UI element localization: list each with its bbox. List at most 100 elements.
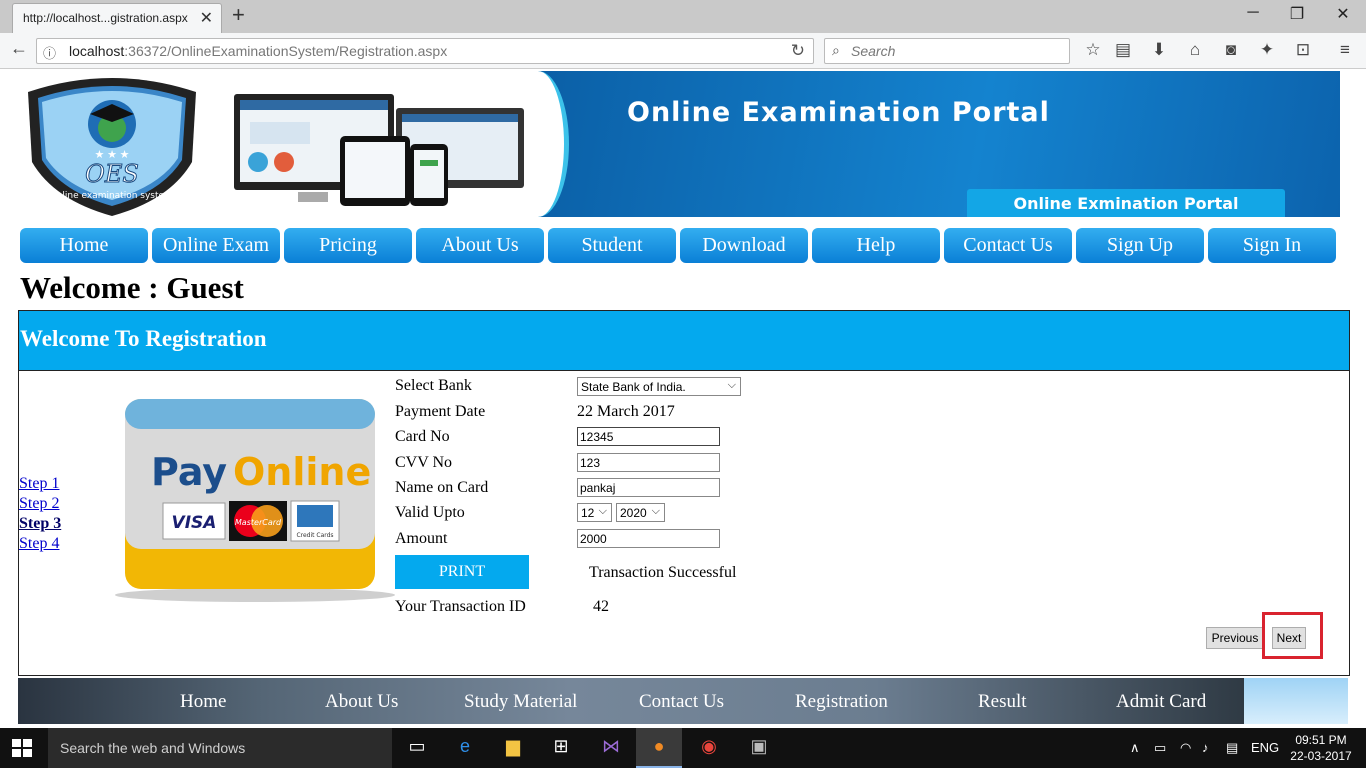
chevron-down-icon: ⌵ xyxy=(651,505,660,517)
valid-year-select[interactable]: 2020 ⌵ xyxy=(616,503,665,522)
step-1-link[interactable]: Step 1 xyxy=(19,475,59,493)
wifi-icon[interactable]: ◠ xyxy=(1180,740,1191,756)
minimize-icon[interactable]: ─ xyxy=(1238,4,1268,22)
pay-text: Pay xyxy=(151,450,227,494)
footer-result[interactable]: Result xyxy=(978,691,1027,713)
menu-home[interactable]: Home xyxy=(20,228,148,263)
credit-cards-text: Credit Cards xyxy=(296,532,333,539)
amount-label: Amount xyxy=(395,530,448,547)
menu-student[interactable]: Student xyxy=(548,228,676,263)
banner-notch xyxy=(537,71,569,217)
payment-date-label: Payment Date xyxy=(395,403,486,420)
file-explorer-icon[interactable]: ▆ xyxy=(490,728,536,768)
battery-icon[interactable]: ▭ xyxy=(1154,740,1166,756)
windows-start-icon[interactable] xyxy=(12,739,32,757)
url-host: localhost xyxy=(69,43,125,59)
transaction-status: Transaction Successful xyxy=(589,564,737,581)
bookmark-star-icon[interactable]: ☆ xyxy=(1082,40,1104,62)
volume-icon[interactable]: ♪ xyxy=(1202,740,1209,755)
menu-help[interactable]: Help xyxy=(812,228,940,263)
pocket-icon[interactable]: ◙ xyxy=(1220,40,1242,62)
store-icon[interactable]: ⊞ xyxy=(538,728,584,768)
payment-date-value: 22 March 2017 xyxy=(577,403,675,420)
menu-download[interactable]: Download xyxy=(680,228,808,263)
menu-contact-us[interactable]: Contact Us xyxy=(944,228,1072,263)
footer-home[interactable]: Home xyxy=(180,691,226,713)
clock-time: 09:51 PM xyxy=(1295,733,1347,747)
extension-icon[interactable]: ✦ xyxy=(1256,40,1278,62)
site-info-icon[interactable]: ⓘ xyxy=(43,43,56,62)
visa-text: VISA xyxy=(172,513,217,533)
footer-registration[interactable]: Registration xyxy=(795,691,888,713)
welcome-heading: Welcome : Guest xyxy=(20,270,244,305)
chevron-down-icon: ⌵ xyxy=(598,505,607,517)
hamburger-menu-icon[interactable]: ≡ xyxy=(1334,40,1356,62)
url-bar[interactable]: ⓘ localhost:36372/OnlineExaminationSyste… xyxy=(36,38,814,64)
tab-title: http://localhost...gistration.aspx xyxy=(23,11,188,25)
cvv-input[interactable]: 123 xyxy=(577,453,720,472)
menu-pricing[interactable]: Pricing xyxy=(284,228,412,263)
select-bank-label: Select Bank xyxy=(395,377,472,394)
notifications-icon[interactable]: ▤ xyxy=(1226,740,1238,756)
bank-select[interactable]: State Bank of India. ⌵ xyxy=(577,377,741,396)
valid-upto-label: Valid Upto xyxy=(395,504,465,521)
valid-month-value: 12 xyxy=(581,506,595,520)
valid-month-select[interactable]: 12 ⌵ xyxy=(577,503,612,522)
reload-icon[interactable]: ↻ xyxy=(791,41,805,61)
browser-tab[interactable]: http://localhost...gistration.aspx ✕ xyxy=(12,3,222,33)
visual-studio-icon[interactable]: ⋈ xyxy=(588,728,634,768)
banner: Online Examination Portal Online Exminat… xyxy=(537,71,1340,217)
browser-navbar: ← ⓘ localhost:36372/OnlineExaminationSys… xyxy=(0,33,1366,69)
edge-icon[interactable]: e xyxy=(442,728,488,768)
home-icon[interactable]: ⌂ xyxy=(1184,40,1206,62)
menu-sign-up[interactable]: Sign Up xyxy=(1076,228,1204,263)
menu-online-exam[interactable]: Online Exam xyxy=(152,228,280,263)
clock-date: 22-03-2017 xyxy=(1290,749,1352,763)
card-no-label: Card No xyxy=(395,428,450,445)
footer-admit-card[interactable]: Admit Card xyxy=(1116,691,1206,713)
close-tab-icon[interactable]: ✕ xyxy=(200,8,213,28)
next-button-highlight xyxy=(1262,612,1323,659)
banner-subtitle: Online Exmination Portal xyxy=(967,189,1285,217)
back-icon[interactable]: ← xyxy=(10,38,28,59)
footer-contact-us[interactable]: Contact Us xyxy=(639,691,724,713)
new-tab-icon[interactable]: + xyxy=(232,2,245,28)
briefcase-icon[interactable]: ⊡ xyxy=(1292,40,1314,62)
chrome-icon[interactable]: ◉ xyxy=(686,728,732,768)
reader-list-icon[interactable]: ▤ xyxy=(1112,40,1134,62)
browser-search-input[interactable]: ⌕ Search xyxy=(824,38,1070,64)
url-path: :36372/OnlineExaminationSystem/Registrat… xyxy=(124,43,448,59)
step-4-link[interactable]: Step 4 xyxy=(19,535,59,553)
firefox-icon[interactable]: ● xyxy=(636,728,682,768)
download-icon[interactable]: ⬇ xyxy=(1148,40,1170,62)
logo-ring-text: online examination system xyxy=(51,191,173,201)
app-window-icon[interactable]: ▣ xyxy=(736,728,782,768)
search-placeholder: Search xyxy=(851,43,896,59)
banner-title: Online Examination Portal xyxy=(627,97,1050,128)
chevron-down-icon: ⌵ xyxy=(727,379,736,391)
tray-chevron-icon[interactable]: ∧ xyxy=(1130,740,1140,756)
valid-year-value: 2020 xyxy=(620,506,647,520)
footer-about-us[interactable]: About Us xyxy=(325,691,398,713)
step-2-link[interactable]: Step 2 xyxy=(19,495,59,513)
footer-study-material[interactable]: Study Material xyxy=(464,691,577,713)
clock[interactable]: 09:51 PM 22-03-2017 xyxy=(1284,732,1358,764)
menu-about-us[interactable]: About Us xyxy=(416,228,544,263)
close-window-icon[interactable]: ✕ xyxy=(1328,4,1358,24)
card-no-input[interactable]: 12345 xyxy=(577,427,720,446)
menu-sign-in[interactable]: Sign In xyxy=(1208,228,1336,263)
previous-button[interactable]: Previous xyxy=(1206,627,1264,649)
print-button[interactable]: PRINT xyxy=(395,555,529,589)
language-indicator[interactable]: ENG xyxy=(1251,740,1279,755)
step-3-link[interactable]: Step 3 xyxy=(19,515,61,533)
mastercard-text: MasterCard xyxy=(235,518,282,527)
taskbar-search-input[interactable]: Search the web and Windows xyxy=(48,728,392,768)
name-on-card-input[interactable]: pankaj xyxy=(577,478,720,497)
amount-input[interactable]: 2000 xyxy=(577,529,720,548)
browser-tabstrip: http://localhost...gistration.aspx ✕ + ─… xyxy=(0,0,1366,33)
transaction-id-label: Your Transaction ID xyxy=(395,598,526,615)
task-view-icon[interactable]: ▭ xyxy=(394,728,440,768)
maximize-icon[interactable]: ❐ xyxy=(1282,4,1312,24)
name-on-card-label: Name on Card xyxy=(395,479,489,496)
pay-online-image: Pay Online VISA MasterCard Credit Cards xyxy=(115,399,395,602)
